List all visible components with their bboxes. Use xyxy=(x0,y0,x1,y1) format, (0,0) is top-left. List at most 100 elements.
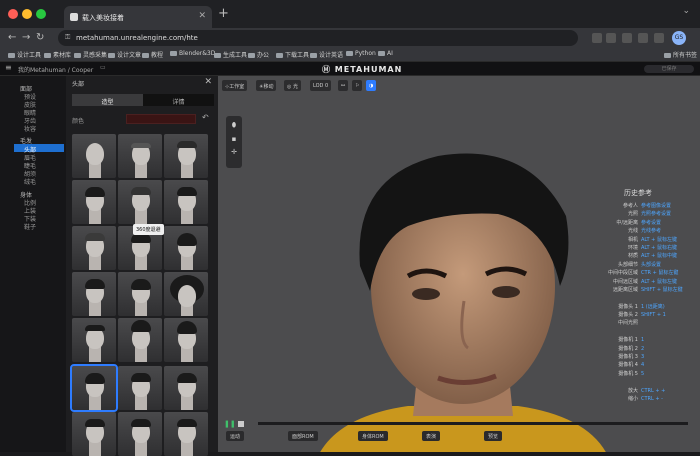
reference-row: 光线 光线参考 xyxy=(627,228,662,235)
app-header: ≡ 我的Metahuman / Cooper ▭ METAHUMAN 已保存 xyxy=(0,62,700,76)
move-button[interactable]: ☀移动 xyxy=(256,80,277,91)
hair-style-thumb[interactable] xyxy=(72,318,116,362)
reference-row: 摄像机 22 xyxy=(618,345,645,352)
bookmark-item[interactable]: 设计英语 xyxy=(310,50,343,59)
bookmark-item[interactable]: 生成工具 xyxy=(214,50,247,59)
link-button[interactable]: ⚯ xyxy=(338,80,349,91)
bookmark-star-icon[interactable] xyxy=(606,33,616,43)
bookmark-item[interactable]: 灵感采集 xyxy=(74,50,107,59)
reset-icon[interactable]: ↶ xyxy=(202,113,209,122)
hair-style-thumb[interactable] xyxy=(72,180,116,224)
bookmark-item[interactable]: Python xyxy=(346,50,376,57)
nav-item-selected[interactable]: 头部 xyxy=(14,144,64,154)
tab-favicon-icon xyxy=(70,13,78,21)
hair-style-thumb[interactable] xyxy=(118,180,162,224)
breadcrumb[interactable]: 我的Metahuman / Cooper xyxy=(18,65,93,74)
viewport[interactable]: ⊹工作室 ☀移动 ◎ 光 LOD 0 ⚯ ⚐ ◑ ⬮ ▪ ✛ 历史参考 参考人 … xyxy=(218,76,700,452)
extensions-icon[interactable] xyxy=(622,33,632,43)
hair-style-thumb[interactable] xyxy=(118,412,162,456)
translate-icon[interactable] xyxy=(592,33,602,43)
reference-row: 相机 ALT + 鼠标左键 xyxy=(627,236,677,243)
reference-row: 摄像机 33 xyxy=(618,354,645,361)
download-icon[interactable] xyxy=(638,33,648,43)
orbit-tool-icon[interactable]: ⬮ xyxy=(226,121,242,130)
hair-color-swatch[interactable] xyxy=(126,114,196,124)
stop-icon[interactable] xyxy=(238,421,244,427)
hair-style-thumb[interactable] xyxy=(164,366,208,410)
reference-row: 中/远距离 参考设置 xyxy=(616,219,662,226)
pan-tool-icon[interactable]: ✛ xyxy=(226,148,242,156)
tab-details[interactable]: 详情 xyxy=(143,94,214,106)
bookmark-item[interactable]: Blender&3D xyxy=(170,50,215,57)
tab-list-chevron-icon[interactable]: ⌄ xyxy=(682,6,690,16)
reload-icon[interactable]: ↻ xyxy=(36,32,44,43)
bookmark-item[interactable]: 设计文章 xyxy=(108,50,141,59)
bookmark-item[interactable]: 办公 xyxy=(248,50,269,59)
bookmark-item[interactable]: 教程 xyxy=(142,50,163,59)
bookmark-item[interactable]: 设计工具 xyxy=(8,50,41,59)
close-tab-icon[interactable]: ✕ xyxy=(198,11,206,21)
bookmark-item[interactable]: AI xyxy=(378,50,393,57)
saved-status-button[interactable]: 已保存 xyxy=(644,65,694,73)
tab-title: 载入美妆接着 xyxy=(82,14,124,22)
profile-avatar[interactable]: GS xyxy=(672,31,686,45)
flag-button[interactable]: ⚐ xyxy=(352,80,363,91)
minimize-window-icon[interactable] xyxy=(22,9,32,19)
motion-dropdown[interactable]: 运动 xyxy=(226,431,245,441)
bookmark-item[interactable]: 素材库 xyxy=(44,50,71,59)
close-panel-icon[interactable]: ✕ xyxy=(204,77,212,87)
reference-row: 缩小 CTRL + - xyxy=(627,395,663,402)
hair-style-thumb[interactable] xyxy=(164,272,208,316)
hair-style-thumb[interactable] xyxy=(72,412,116,456)
reference-title: 历史参考 xyxy=(624,189,652,197)
reference-row: 参考人 参考图像设置 xyxy=(622,203,672,209)
hair-style-thumb[interactable] xyxy=(118,272,162,316)
url-bar[interactable]: ⚿ metahuman.unrealengine.com/hte xyxy=(58,30,578,46)
hair-style-thumb[interactable] xyxy=(164,412,208,456)
close-window-icon[interactable] xyxy=(8,9,18,19)
window-icon[interactable]: ▭ xyxy=(100,64,106,71)
hair-style-thumb[interactable] xyxy=(164,226,208,270)
back-icon[interactable]: ← xyxy=(8,32,16,43)
site-info-icon[interactable]: ⚿ xyxy=(65,33,70,42)
play-icon[interactable]: ❚❚ xyxy=(224,420,236,428)
hair-panel: 头部 ✕ 造型 详情 颜色 ↶ xyxy=(66,76,279,456)
sidebar-icon[interactable] xyxy=(654,33,664,43)
nav-item[interactable]: 妆容 xyxy=(24,124,36,133)
studio-button[interactable]: ⊹工作室 xyxy=(222,80,248,91)
menu-icon[interactable]: ≡ xyxy=(5,63,12,72)
nav-item[interactable]: 绒毛 xyxy=(24,177,36,186)
forward-icon[interactable]: → xyxy=(22,32,30,43)
render-mode-button[interactable]: ◑ xyxy=(366,80,377,91)
hair-style-thumb[interactable] xyxy=(72,226,116,270)
hair-style-thumb[interactable] xyxy=(164,134,208,178)
nav-item[interactable]: 鞋子 xyxy=(24,222,36,231)
all-bookmarks[interactable]: 所有书签 xyxy=(664,50,697,59)
browser-tab[interactable]: 载入美妆接着 ✕ xyxy=(64,6,212,28)
hair-style-thumb[interactable] xyxy=(72,272,116,316)
performance-dropdown[interactable]: 表演 xyxy=(422,431,441,441)
hair-style-thumb[interactable] xyxy=(164,180,208,224)
select-tool-icon[interactable]: ▪ xyxy=(226,135,242,143)
hair-style-thumb[interactable] xyxy=(118,366,162,410)
face-rom-dropdown[interactable]: 面部ROM xyxy=(288,431,318,441)
hair-style-thumb-selected[interactable] xyxy=(70,364,118,412)
hair-style-thumb[interactable] xyxy=(118,134,162,178)
hair-style-thumb[interactable] xyxy=(118,318,162,362)
bookmark-item[interactable]: 下载工具 xyxy=(276,50,309,59)
timeline-track[interactable] xyxy=(258,422,688,425)
lod-button[interactable]: LOD 0 xyxy=(310,80,332,91)
reference-row: 中间远区域 ALT + 鼠标左键 xyxy=(612,278,677,285)
maximize-window-icon[interactable] xyxy=(36,9,46,19)
body-rom-dropdown[interactable]: 身体ROM xyxy=(358,431,388,441)
metahuman-logo: METAHUMAN xyxy=(322,64,402,75)
reference-row xyxy=(598,378,683,386)
light-button[interactable]: ◎ 光 xyxy=(284,80,301,91)
character-render xyxy=(320,153,606,452)
panel-tabs: 造型 详情 xyxy=(72,94,214,106)
hair-style-thumb[interactable] xyxy=(164,318,208,362)
hair-style-thumb[interactable] xyxy=(72,134,116,178)
new-tab-icon[interactable]: + xyxy=(218,6,229,21)
preview-dropdown[interactable]: 预览 xyxy=(484,431,503,441)
tab-style[interactable]: 造型 xyxy=(72,94,143,106)
